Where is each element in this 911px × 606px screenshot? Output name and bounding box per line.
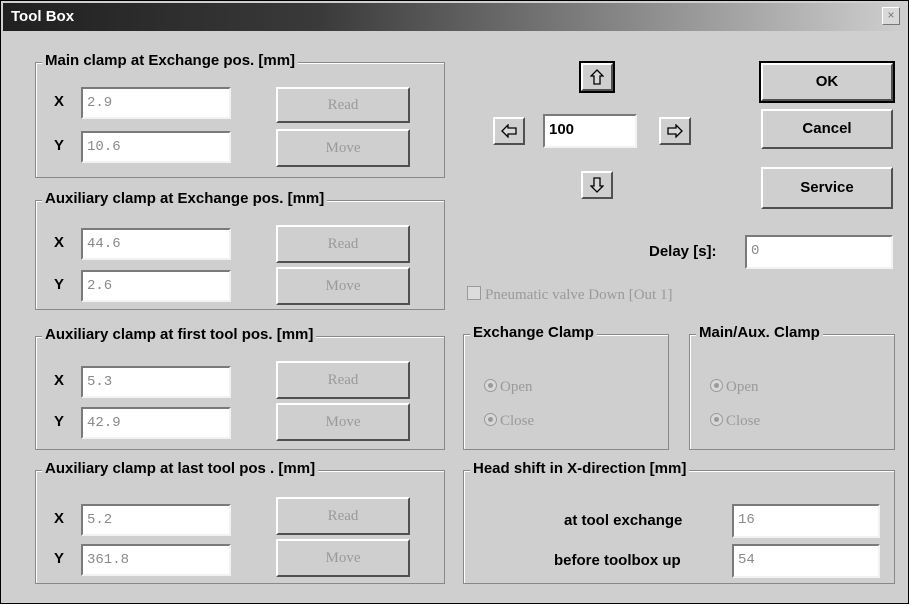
arrow-right-icon [667, 124, 683, 138]
aux-last-x-label: X [54, 510, 65, 527]
exchange-open-label: Open [500, 379, 533, 395]
aux-first-x-field[interactable]: 5.3 [81, 366, 231, 398]
radio-dot [710, 413, 723, 426]
exchange-close-label: Close [500, 413, 535, 429]
aux-exchange-move-button[interactable]: Move [276, 267, 410, 305]
aux-last-move-button[interactable]: Move [276, 539, 410, 577]
main-aux-clamp-group: Main/Aux. Clamp Open Close [689, 324, 895, 450]
toolbox-up-label: before toolbox up [554, 552, 681, 569]
main-clamp-x-label: X [54, 93, 65, 110]
main-clamp-move-button[interactable]: Move [276, 129, 410, 167]
radio-dot [484, 413, 497, 426]
aux-exchange-x-label: X [54, 234, 65, 251]
aux-last-y-label: Y [54, 550, 65, 567]
main-clamp-x-field[interactable]: 2.9 [81, 87, 231, 119]
main-clamp-read-button[interactable]: Read [276, 87, 410, 123]
arrow-up-icon [590, 69, 604, 85]
aux-first-tool-group: Auxiliary clamp at first tool pos. [mm] … [35, 326, 445, 450]
aux-exchange-y-label: Y [54, 276, 65, 293]
delay-label: Delay [s]: [649, 243, 717, 260]
aux-first-x-label: X [54, 372, 65, 389]
aux-exchange-x-field[interactable]: 44.6 [81, 228, 231, 260]
main-aux-close-label: Close [726, 413, 761, 429]
tool-exchange-label: at tool exchange [564, 512, 683, 529]
radio-dot [484, 379, 497, 392]
pneumatic-valve-label: Pneumatic valve Down [Out 1] [485, 287, 673, 303]
main-aux-open-radio[interactable]: Open [710, 379, 759, 396]
exchange-clamp-group: Exchange Clamp Open Close [463, 324, 669, 450]
aux-exchange-group: Auxiliary clamp at Exchange pos. [mm] X … [35, 190, 445, 310]
exchange-clamp-open-radio[interactable]: Open [484, 379, 533, 396]
delay-field[interactable]: 0 [745, 235, 893, 269]
main-clamp-group: Main clamp at Exchange pos. [mm] X 2.9 Y… [35, 52, 445, 178]
toolbox-up-field[interactable]: 54 [732, 544, 880, 578]
aux-first-y-label: Y [54, 413, 65, 430]
pneumatic-valve-checkbox[interactable]: Pneumatic valve Down [Out 1] [467, 286, 672, 304]
exchange-clamp-title: Exchange Clamp [470, 324, 597, 341]
jog-right-button[interactable] [659, 117, 691, 145]
main-aux-open-label: Open [726, 379, 759, 395]
jog-left-button[interactable] [493, 117, 525, 145]
tool-exchange-field[interactable]: 16 [732, 504, 880, 538]
aux-first-tool-title: Auxiliary clamp at first tool pos. [mm] [42, 326, 317, 343]
arrow-down-icon [590, 177, 604, 193]
tool-box-window: Tool Box × Main clamp at Exchange pos. [… [0, 0, 909, 604]
aux-first-read-button[interactable]: Read [276, 361, 410, 399]
aux-exchange-y-field[interactable]: 2.6 [81, 270, 231, 302]
head-shift-title: Head shift in X-direction [mm] [470, 460, 690, 477]
main-clamp-title: Main clamp at Exchange pos. [mm] [42, 52, 299, 69]
checkbox-box [467, 286, 481, 300]
jog-step-field[interactable]: 100 [543, 114, 637, 148]
radio-dot [710, 379, 723, 392]
aux-last-y-field[interactable]: 361.8 [81, 544, 231, 576]
arrow-left-icon [501, 124, 517, 138]
head-shift-group: Head shift in X-direction [mm] at tool e… [463, 460, 895, 584]
main-aux-clamp-title: Main/Aux. Clamp [696, 324, 823, 341]
aux-last-tool-group: Auxiliary clamp at last tool pos . [mm] … [35, 460, 445, 584]
cancel-button[interactable]: Cancel [761, 109, 893, 149]
exchange-clamp-close-radio[interactable]: Close [484, 413, 534, 430]
close-button[interactable]: × [882, 7, 900, 25]
aux-first-move-button[interactable]: Move [276, 403, 410, 441]
title-bar[interactable]: Tool Box × [3, 3, 906, 31]
aux-exchange-read-button[interactable]: Read [276, 225, 410, 263]
aux-first-y-field[interactable]: 42.9 [81, 407, 231, 439]
jog-up-button[interactable] [579, 61, 615, 93]
main-clamp-y-label: Y [54, 137, 65, 154]
aux-last-x-field[interactable]: 5.2 [81, 504, 231, 536]
main-aux-close-radio[interactable]: Close [710, 413, 760, 430]
aux-last-read-button[interactable]: Read [276, 497, 410, 535]
close-icon: × [887, 8, 895, 22]
jog-down-button[interactable] [581, 171, 613, 199]
aux-exchange-title: Auxiliary clamp at Exchange pos. [mm] [42, 190, 328, 207]
main-clamp-y-field[interactable]: 10.6 [81, 131, 231, 163]
service-button[interactable]: Service [761, 167, 893, 209]
window-title: Tool Box [11, 8, 75, 25]
aux-last-tool-title: Auxiliary clamp at last tool pos . [mm] [42, 460, 319, 477]
ok-button[interactable]: OK [759, 61, 895, 103]
